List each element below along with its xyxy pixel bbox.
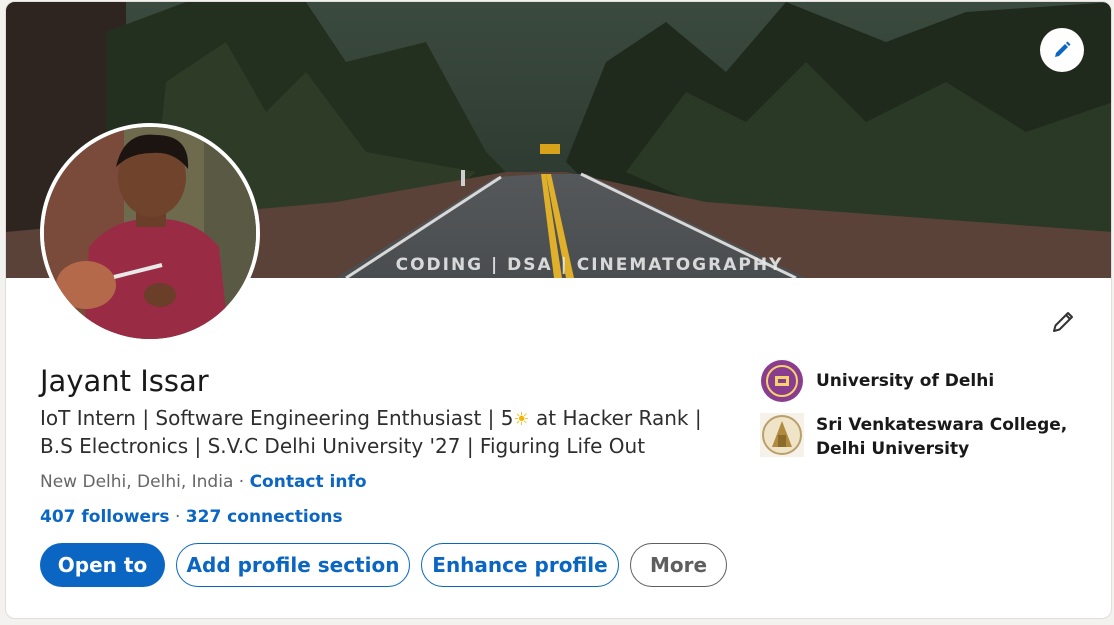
location-text: New Delhi, Delhi, India [40, 472, 234, 492]
profile-headline: IoT Intern | Software Engineering Enthus… [40, 405, 740, 459]
education-list: University of Delhi Sri Venkateswara Col… [760, 359, 1090, 471]
sun-emoji-icon: ☀ [513, 409, 530, 430]
university-of-delhi-logo [761, 360, 803, 402]
education-name: University of Delhi [816, 371, 995, 391]
education-item-university-of-delhi[interactable]: University of Delhi [760, 359, 1090, 403]
profile-photo[interactable] [40, 123, 260, 343]
edit-banner-button[interactable] [1040, 28, 1084, 72]
add-profile-section-button[interactable]: Add profile section [176, 543, 410, 587]
network-line: 407 followers · 327 connections [40, 507, 343, 527]
profile-name: Jayant Issar [40, 364, 209, 398]
enhance-profile-button[interactable]: Enhance profile [421, 543, 619, 587]
connections-link[interactable]: 327 connections [186, 507, 343, 527]
profile-top-card: CODING | DSA | CINEMATOGRAPHY Jayant Iss… [5, 1, 1112, 619]
more-button[interactable]: More [630, 543, 727, 587]
network-separator: · [169, 507, 186, 527]
location-separator: · [233, 472, 250, 492]
headline-text-start: IoT Intern | Software Engineering Enthus… [40, 406, 514, 430]
location-line: New Delhi, Delhi, India · Contact info [40, 472, 367, 492]
contact-info-link[interactable]: Contact info [250, 472, 367, 492]
education-item-sri-venkateswara-college[interactable]: Sri Venkateswara College, Delhi Universi… [760, 413, 1090, 461]
edit-intro-button[interactable] [1046, 305, 1080, 339]
education-name: Sri Venkateswara College, Delhi Universi… [816, 415, 1068, 459]
followers-link[interactable]: 407 followers [40, 507, 170, 527]
avatar-image [44, 127, 256, 339]
sri-venkateswara-college-logo [760, 413, 804, 457]
open-to-button[interactable]: Open to [40, 543, 165, 587]
pencil-icon [1053, 312, 1073, 332]
pencil-icon [1055, 41, 1071, 57]
